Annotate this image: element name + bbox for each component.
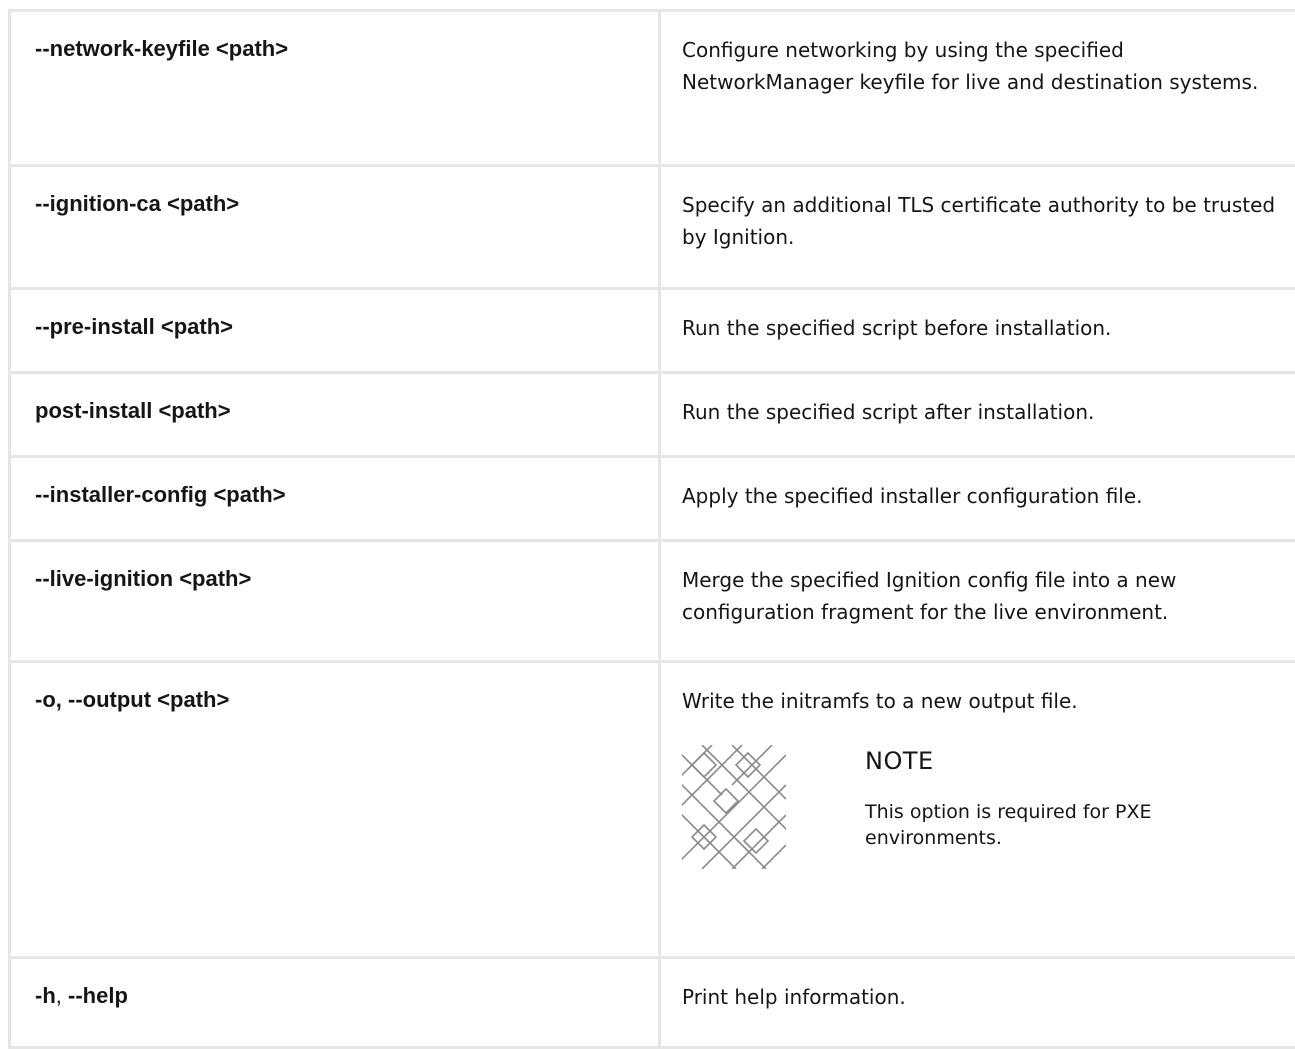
description-cell: Run the specified script after installat… — [660, 373, 1295, 457]
option-short: -o, — [35, 687, 62, 712]
option-long: --output <path> — [68, 687, 229, 712]
table-row: --installer-config <path> Apply the spec… — [10, 457, 1295, 541]
option-name: --pre-install <path> — [35, 311, 658, 343]
option-cell: post-install <path> — [10, 373, 660, 457]
description-cell: Run the specified script before installa… — [660, 289, 1295, 373]
option-description: Run the specified script before installa… — [682, 312, 1295, 344]
option-name: post-install <path> — [35, 395, 658, 427]
table-row: post-install <path> Run the specified sc… — [10, 373, 1295, 457]
option-cell: --ignition-ca <path> — [10, 166, 660, 289]
note-text: This option is required for PXE environm… — [865, 799, 1265, 851]
option-description: Apply the specified installer configurat… — [682, 480, 1295, 512]
option-cell: --live-ignition <path> — [10, 541, 660, 662]
option-description: Run the specified script after installat… — [682, 396, 1295, 428]
note-admonition: NOTE This option is required for PXE env… — [682, 739, 1295, 869]
option-cell: --installer-config <path> — [10, 457, 660, 541]
note-title: NOTE — [865, 747, 934, 775]
option-description: Configure networking by using the specif… — [682, 34, 1295, 98]
description-cell: Merge the specified Ignition config file… — [660, 541, 1295, 662]
option-short: -h — [35, 983, 56, 1008]
option-name: -h, --help — [35, 980, 658, 1012]
option-description: Print help information. — [682, 981, 1295, 1013]
table-row: --network-keyfile <path> Configure netwo… — [10, 11, 1295, 166]
option-separator: , — [56, 983, 62, 1008]
option-name: --network-keyfile <path> — [35, 33, 658, 65]
table-row: -o, --output <path> Write the initramfs … — [10, 662, 1295, 958]
option-description: Specify an additional TLS certificate au… — [682, 189, 1295, 253]
table-row: --ignition-ca <path> Specify an addition… — [10, 166, 1295, 289]
option-name: --ignition-ca <path> — [35, 188, 658, 220]
description-cell: Configure networking by using the specif… — [660, 11, 1295, 166]
option-cell: --pre-install <path> — [10, 289, 660, 373]
note-pattern-icon — [682, 745, 786, 869]
table-row: --live-ignition <path> Merge the specifi… — [10, 541, 1295, 662]
description-cell: Specify an additional TLS certificate au… — [660, 166, 1295, 289]
option-name: --live-ignition <path> — [35, 563, 658, 595]
option-long: --help — [68, 983, 128, 1008]
description-cell: Print help information. — [660, 958, 1295, 1048]
option-cell: -o, --output <path> — [10, 662, 660, 958]
option-cell: --network-keyfile <path> — [10, 11, 660, 166]
option-name: --installer-config <path> — [35, 479, 658, 511]
option-name: -o, --output <path> — [35, 684, 658, 716]
description-cell: Apply the specified installer configurat… — [660, 457, 1295, 541]
option-description: Merge the specified Ignition config file… — [682, 564, 1295, 628]
option-description: Write the initramfs to a new output file… — [682, 685, 1295, 717]
option-cell: -h, --help — [10, 958, 660, 1048]
table-row: --pre-install <path> Run the specified s… — [10, 289, 1295, 373]
options-table: --network-keyfile <path> Configure netwo… — [8, 9, 1295, 1049]
table-row: -h, --help Print help information. — [10, 958, 1295, 1048]
description-cell: Write the initramfs to a new output file… — [660, 662, 1295, 958]
